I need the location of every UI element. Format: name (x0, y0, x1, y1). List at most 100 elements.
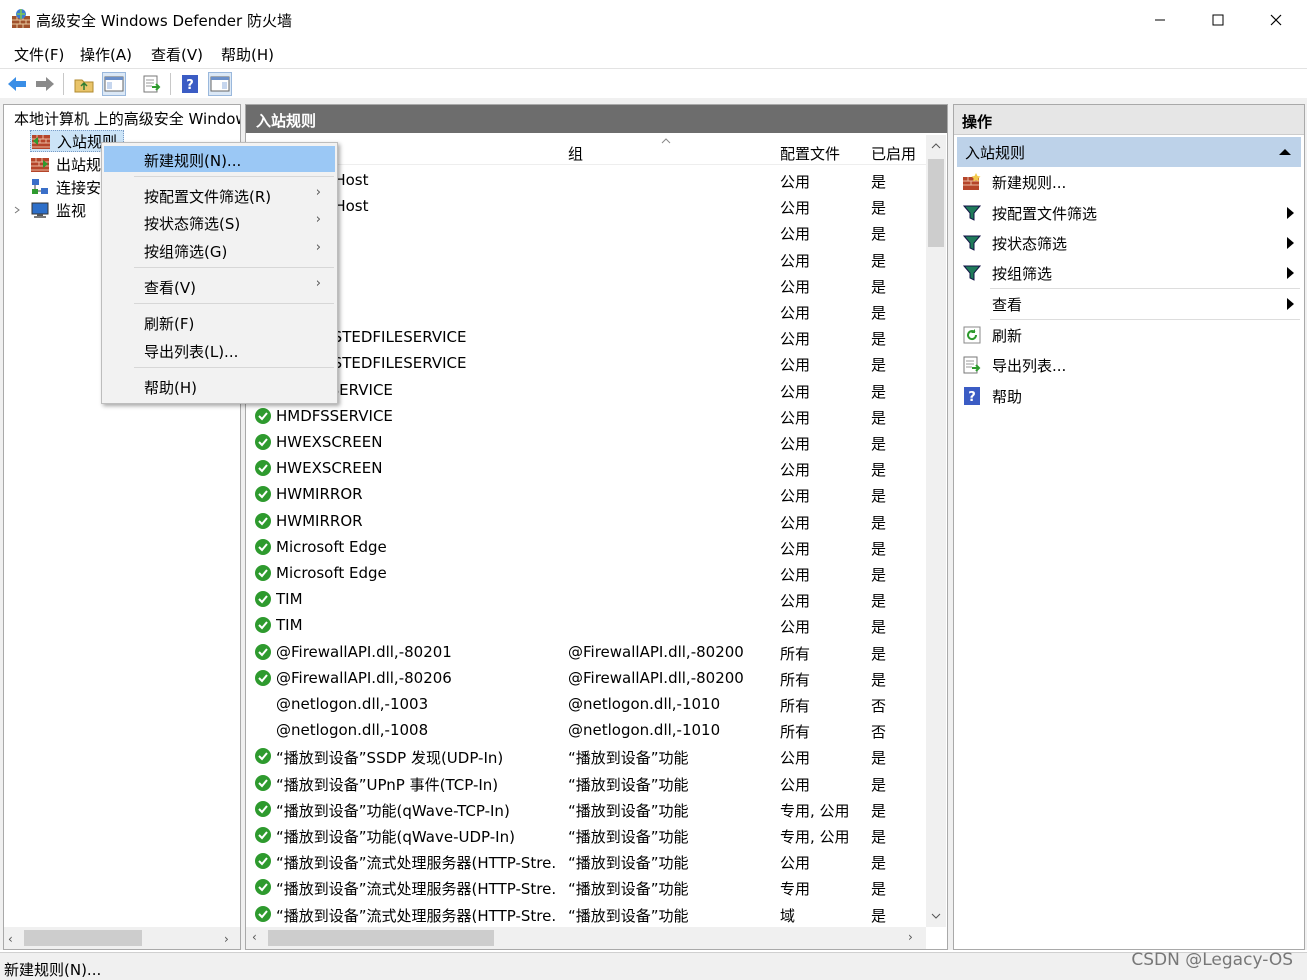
action-item[interactable]: ? 帮助 (954, 381, 1304, 411)
ctx-filter-group[interactable]: 按组筛选(G) › (104, 237, 335, 263)
table-row[interactable]: HWEXSCREEN 公用 是 (246, 429, 926, 455)
cell-name: TIM (276, 616, 303, 635)
menu-file[interactable]: 文件(F) (14, 44, 64, 65)
rules-pane-header: 入站规则 (246, 105, 947, 133)
rules-vscrollbar[interactable] (926, 135, 946, 927)
table-row[interactable]: “播放到设备”UPnP 事件(TCP-In) “播放到设备”功能 公用 是 (246, 770, 926, 796)
table-row[interactable]: 公用 是 (246, 298, 926, 324)
forward-arrow-icon (36, 77, 54, 91)
table-row[interactable]: 公用 是 (246, 272, 926, 298)
ctx-help[interactable]: 帮助(H) (104, 373, 335, 399)
table-row[interactable]: 公用 是 (246, 219, 926, 245)
table-row[interactable]: HMDFSSERVICE公用是 (246, 403, 926, 429)
ctx-filter-state[interactable]: 按状态筛选(S) › (104, 209, 335, 235)
cell-enabled: 是 (871, 251, 887, 270)
action-label: 按组筛选 (992, 264, 1053, 283)
action-item[interactable]: 导出列表... (954, 350, 1304, 380)
table-row[interactable]: HWTRUSTEDFILESERVICE 公用是 (246, 324, 926, 350)
action-item[interactable]: 按组筛选 (954, 258, 1304, 288)
scroll-right-icon[interactable]: › (908, 930, 913, 944)
scroll-up-icon[interactable] (931, 143, 941, 149)
cell-enabled: 是 (871, 330, 887, 349)
column-enabled[interactable]: 已启用 (871, 143, 916, 164)
show-action-pane-button[interactable] (208, 72, 232, 96)
cell-enabled: 是 (871, 277, 887, 296)
action-item[interactable]: 刷新 (954, 319, 1304, 350)
enabled-check-icon (255, 434, 271, 450)
tree-hscrollbar[interactable]: ‹ › (4, 927, 240, 949)
cell-enabled: 是 (871, 775, 887, 794)
table-row[interactable]: Microsoft Edge 公用 是 (246, 534, 926, 560)
action-item[interactable]: 按配置文件筛选 (954, 198, 1304, 228)
cell-enabled: 是 (871, 906, 887, 925)
tree-hscroll-thumb[interactable] (24, 930, 142, 946)
menu-action[interactable]: 操作(A) (80, 44, 132, 65)
action-label: 查看 (992, 295, 1023, 314)
rules-hscroll-thumb[interactable] (268, 930, 494, 946)
table-row[interactable]: @FirewallAPI.dll,-80206 @FirewallAPI.dll,… (246, 665, 926, 691)
minimize-button[interactable] (1131, 0, 1189, 40)
tree-root[interactable]: 本地计算机 上的高级安全 Windows (8, 107, 240, 129)
ctx-export-list[interactable]: 导出列表(L)... (104, 337, 335, 363)
scroll-down-icon[interactable] (931, 913, 941, 919)
table-row[interactable]: “播放到设备”流式处理服务器(HTTP-Stre... “播放到设备”功能 域 是 (246, 901, 926, 927)
table-row[interactable]: TIM 公用 是 (246, 612, 926, 638)
action-item[interactable]: 查看 (954, 288, 1304, 319)
column-group[interactable]: 组 (568, 143, 583, 164)
collapse-up-icon[interactable] (1279, 148, 1291, 156)
scroll-left-icon[interactable]: ‹ (8, 932, 13, 946)
table-row[interactable]: “播放到设备”流式处理服务器(HTTP-Stre... “播放到设备”功能 公用 是 (246, 848, 926, 874)
table-row[interactable]: @FirewallAPI.dll,-80201 @FirewallAPI.dll,… (246, 639, 926, 665)
help-button[interactable]: ? (178, 72, 202, 96)
table-row[interactable]: @netlogon.dll,-1008 @netlogon.dll,-1010 所有… (246, 717, 926, 743)
table-row[interactable]: @netlogon.dll,-1003 @netlogon.dll,-1010 所有… (246, 691, 926, 717)
action-item[interactable]: 按状态筛选 (954, 228, 1304, 258)
scroll-left-icon[interactable]: ‹ (252, 930, 257, 944)
back-arrow-icon (8, 77, 26, 91)
table-row[interactable]: “播放到设备”功能(qWave-UDP-In) “播放到设备”功能 专用, 公用 是 (246, 822, 926, 848)
column-profile[interactable]: 配置文件 (780, 143, 840, 164)
table-row[interactable]: TIM 公用 是 (246, 586, 926, 612)
status-bar: 新建规则(N)... (0, 952, 1307, 980)
close-button[interactable] (1247, 0, 1305, 40)
table-row[interactable]: HWTRUSTEDFILESERVICE 公用是 (246, 350, 926, 376)
table-row[interactable]: “播放到设备”SSDP 发现(UDP-In) “播放到设备”功能 公用 是 (246, 743, 926, 769)
rules-vscroll-thumb[interactable] (928, 159, 944, 247)
cell-name: “播放到设备”UPnP 事件(TCP-In) (276, 775, 499, 794)
back-button[interactable] (5, 72, 29, 96)
up-level-button[interactable] (72, 72, 96, 96)
table-row[interactable]: “播放到设备”功能(qWave-TCP-In) “播放到设备”功能 专用, 公用 是 (246, 796, 926, 822)
export-icon (143, 75, 161, 93)
cell-name: TIM (276, 590, 303, 609)
ctx-filter-profile[interactable]: 按配置文件筛选(R) › (104, 182, 335, 208)
export-button[interactable] (140, 72, 164, 96)
ctx-refresh[interactable]: 刷新(F) (104, 309, 335, 335)
table-row[interactable]: HWDiskHost公用是 (246, 193, 926, 219)
show-tree-button[interactable] (102, 72, 126, 96)
forward-button[interactable] (33, 72, 57, 96)
action-pane-icon (210, 76, 230, 92)
table-row[interactable]: HWEXSCREEN 公用 是 (246, 455, 926, 481)
scroll-right-icon[interactable]: › (224, 932, 229, 946)
action-item[interactable]: 新建规则... (954, 167, 1304, 197)
cell-enabled: 是 (871, 199, 887, 218)
actions-section-inbound[interactable]: 入站规则 (957, 137, 1301, 167)
table-row[interactable]: HWDiskHost公用是 (246, 167, 926, 193)
tree-item-monitor[interactable]: 监视 (12, 199, 86, 221)
sort-ascending-icon (661, 138, 671, 144)
cell-profile: 公用 (780, 566, 811, 584)
ctx-view[interactable]: 查看(V) › (104, 273, 335, 299)
rules-hscrollbar[interactable]: ‹ › (246, 927, 926, 949)
expand-chevron-icon[interactable] (12, 205, 22, 215)
table-row[interactable]: 公用 是 (246, 246, 926, 272)
maximize-button[interactable] (1189, 0, 1247, 40)
table-row[interactable]: HMDFSSERVICE公用是 (246, 377, 926, 403)
table-row[interactable]: HWMIRROR 公用 是 (246, 481, 926, 507)
table-row[interactable]: “播放到设备”流式处理服务器(HTTP-Stre... “播放到设备”功能 专用 是 (246, 874, 926, 900)
table-row[interactable]: HWMIRROR 公用 是 (246, 508, 926, 534)
menu-help[interactable]: 帮助(H) (221, 44, 274, 65)
table-row[interactable]: Microsoft Edge 公用 是 (246, 560, 926, 586)
cell-enabled: 是 (871, 644, 887, 663)
menu-view[interactable]: 查看(V) (151, 44, 203, 65)
ctx-new-rule[interactable]: 新建规则(N)... (104, 146, 335, 172)
